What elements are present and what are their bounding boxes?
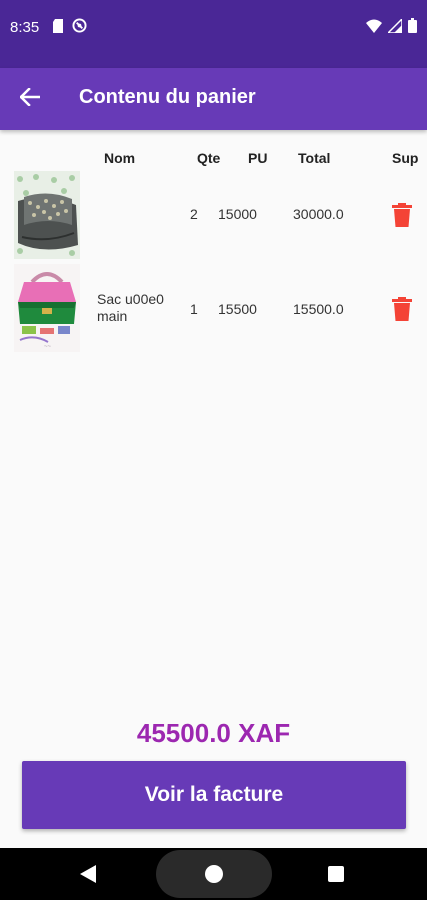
trash-icon: [392, 203, 412, 230]
home-circle-icon[interactable]: [205, 865, 223, 883]
system-nav-bar: [0, 848, 427, 900]
header-nom: Nom: [104, 150, 136, 166]
delete-button[interactable]: [392, 203, 414, 227]
status-icons-left: [52, 18, 87, 38]
arrow-back-icon: [19, 86, 41, 111]
trash-icon: [392, 297, 412, 324]
header-sup: Sup: [392, 150, 419, 166]
table-header: Nom Qte PU Total Sup: [0, 150, 427, 170]
sandals-thumbnail: [14, 171, 80, 259]
delete-button[interactable]: [392, 297, 414, 321]
table-row: ~~ Sac u00e0 main 1 15500 15500.0: [0, 264, 427, 352]
svg-text:~~: ~~: [44, 344, 52, 350]
table-row: 2 15000 30000.0: [0, 171, 427, 259]
item-total: 30000.0: [293, 206, 344, 222]
item-total: 15500.0: [293, 301, 344, 317]
item-qte: 1: [190, 301, 198, 317]
status-time: 8:35: [10, 19, 40, 36]
recents-square-icon[interactable]: [328, 866, 344, 882]
header-total: Total: [298, 150, 331, 166]
status-bar: 8:35: [0, 0, 427, 68]
wifi-icon: [366, 19, 382, 38]
view-invoice-button[interactable]: Voir la facture: [22, 761, 406, 829]
header-qte: Qte: [197, 150, 221, 166]
handbag-thumbnail: ~~: [14, 264, 80, 352]
status-icons-right: [366, 16, 417, 38]
item-pu: 15000: [218, 206, 257, 222]
signal-icon: [386, 16, 403, 38]
header-pu: PU: [248, 150, 268, 166]
back-triangle-icon[interactable]: [80, 865, 96, 888]
app-bar: Contenu du panier: [0, 68, 427, 130]
back-button[interactable]: [14, 83, 46, 115]
sd-card-icon: [52, 18, 64, 38]
cart-total: 45500.0 XAF: [136, 718, 291, 748]
item-name: Sac u00e0 main: [97, 291, 164, 324]
battery-icon: [408, 18, 417, 38]
item-pu: 15500: [218, 301, 257, 317]
page-title: Contenu du panier: [79, 86, 256, 108]
no-sync-icon: [72, 18, 87, 38]
item-qte: 2: [190, 206, 198, 222]
